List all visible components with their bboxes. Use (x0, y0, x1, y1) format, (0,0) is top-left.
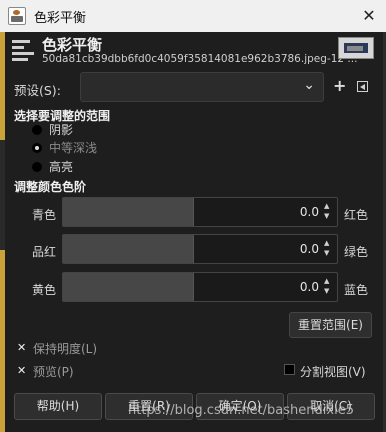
reset-range-button[interactable]: 重置范围(E) (289, 312, 372, 338)
spin-arrows-icon[interactable]: ▲ ▼ (324, 201, 333, 221)
yellow-blue-slider[interactable]: 0.0 ▲ ▼ (62, 272, 338, 302)
background-edge-dark (0, 140, 5, 250)
watermark: https://blog.csdn.net/bashendixie5 (128, 403, 354, 418)
dialog-title: 色彩平衡 (42, 36, 103, 54)
preserve-luminosity-label: 保持明度(L) (33, 342, 98, 356)
image-thumbnail (338, 37, 374, 59)
radio-midtones[interactable] (32, 143, 42, 153)
radio-label-midtones: 中等深浅 (49, 141, 98, 155)
slider-value: 0.0 (299, 242, 319, 256)
red-label: 红色 (344, 208, 369, 222)
preview-checkbox[interactable]: ✕ (17, 365, 28, 376)
add-preset-icon[interactable]: + (333, 78, 346, 94)
slider-fill (63, 273, 194, 301)
cyan-red-slider[interactable]: 0.0 ▲ ▼ (62, 197, 338, 227)
color-balance-icon (12, 38, 36, 62)
yellow-label: 黄色 (32, 283, 57, 297)
chevron-down-icon: ⌄ (303, 77, 315, 93)
cyan-label: 青色 (32, 208, 57, 222)
magenta-green-slider[interactable]: 0.0 ▲ ▼ (62, 234, 338, 264)
slider-fill (63, 235, 194, 263)
slider-value: 0.0 (299, 280, 319, 294)
slider-value: 0.0 (299, 205, 319, 219)
radio-label-shadows: 阴影 (49, 123, 74, 137)
preset-menu-icon[interactable] (357, 81, 368, 92)
slider-fill (63, 198, 194, 226)
blue-label: 蓝色 (344, 283, 369, 297)
help-button[interactable]: 帮助(H) (14, 393, 102, 420)
window-title: 色彩平衡 (34, 11, 87, 26)
levels-title: 调整颜色色阶 (14, 180, 87, 194)
green-label: 绿色 (344, 245, 369, 259)
radio-label-highlights: 高亮 (49, 160, 74, 174)
spin-arrows-icon[interactable]: ▲ ▼ (324, 238, 333, 258)
magenta-label: 品红 (32, 245, 57, 259)
preset-dropdown[interactable]: ⌄ (80, 72, 324, 102)
radio-shadows[interactable] (32, 125, 42, 135)
preview-label: 预览(P) (33, 365, 74, 379)
split-view-label: 分割视图(V) (300, 365, 366, 379)
preset-label: 预设(S): (14, 83, 61, 98)
close-icon[interactable]: ✕ (352, 0, 386, 32)
spin-arrows-icon[interactable]: ▲ ▼ (324, 276, 333, 296)
split-view-checkbox[interactable] (284, 364, 295, 375)
preserve-luminosity-checkbox[interactable]: ✕ (17, 342, 28, 353)
image-name: 50da81cb39dbb6fd0c4059f35814081e962b3786… (42, 53, 358, 65)
title-bar: 色彩平衡 ✕ (0, 0, 386, 32)
app-icon (8, 7, 26, 25)
radio-highlights[interactable] (32, 162, 42, 172)
